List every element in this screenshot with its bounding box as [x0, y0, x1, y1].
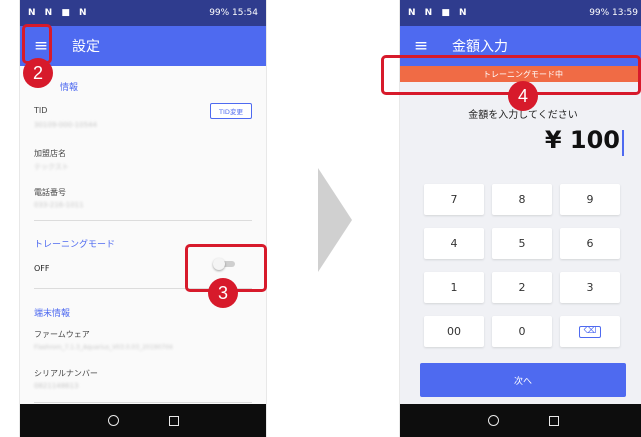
amount-input-area: 金額を入力してください ¥ 100 7 8 9 4 5 6 1 2 3 00 0… [400, 82, 641, 404]
merchant-label: 加盟店名 [34, 149, 66, 158]
home-icon[interactable] [487, 415, 499, 426]
text-cursor [622, 130, 624, 156]
key-00[interactable]: 00 [424, 316, 484, 347]
key-8[interactable]: 8 [492, 184, 552, 215]
recent-apps-icon[interactable] [168, 415, 179, 426]
phone-label: 電話番号 [34, 188, 66, 197]
app-bar: ≡ 設定 [20, 26, 266, 66]
backspace-icon: ⌫ [579, 325, 601, 338]
transition-arrow-icon [318, 168, 352, 272]
merchant-value: テックスト [34, 163, 69, 171]
home-icon[interactable] [107, 415, 119, 426]
key-6[interactable]: 6 [560, 228, 620, 259]
key-7[interactable]: 7 [424, 184, 484, 215]
step-badge-2: 2 [23, 58, 53, 88]
serial-value: 0821148613 [34, 382, 79, 390]
status-icons: N N ■ N [28, 8, 90, 18]
firmware-value: Flashrom_7.1.3_Aquarius_V03.0.03_2019070… [34, 344, 173, 351]
step-badge-4: 4 [508, 81, 538, 111]
tid-value: 30109-000-10544 [34, 121, 97, 129]
divider [34, 220, 252, 221]
navigation-bar [20, 404, 266, 437]
page-title: 設定 [72, 39, 100, 55]
navigation-bar [400, 404, 641, 437]
recent-apps-icon[interactable] [548, 415, 559, 426]
status-icons: N N ■ N [408, 8, 470, 18]
key-2[interactable]: 2 [492, 272, 552, 303]
key-5[interactable]: 5 [492, 228, 552, 259]
serial-label: シリアルナンバー [34, 369, 98, 378]
page-title: 金額入力 [452, 39, 508, 55]
backspace-key[interactable]: ⌫ [560, 316, 620, 347]
status-bar: N N ■ N 99% 13:59 [400, 0, 641, 26]
tid-label: TID [34, 106, 48, 115]
store-info-section-title: 情報 [60, 83, 79, 93]
key-3[interactable]: 3 [560, 272, 620, 303]
amount-display: ¥ 100 [544, 126, 620, 154]
settings-screen: N N ■ N 99% 15:54 ≡ 設定 情報 TID 30109-000-… [20, 0, 266, 437]
phone-value: 033-216-1011 [34, 201, 84, 209]
key-9[interactable]: 9 [560, 184, 620, 215]
key-4[interactable]: 4 [424, 228, 484, 259]
next-button[interactable]: 次へ [420, 363, 626, 397]
status-bar: N N ■ N 99% 15:54 [20, 0, 266, 26]
divider [34, 402, 252, 403]
training-section-title: トレーニングモード [34, 240, 116, 250]
training-state-label: OFF [34, 264, 50, 273]
step-badge-3: 3 [208, 278, 238, 308]
key-0[interactable]: 0 [492, 316, 552, 347]
device-info-section-title: 端末情報 [34, 309, 71, 319]
status-time: 99% 15:54 [209, 8, 258, 18]
key-1[interactable]: 1 [424, 272, 484, 303]
tid-change-button[interactable]: TID変更 [210, 103, 252, 119]
settings-list: 情報 TID 30109-000-10544 TID変更 加盟店名 テックスト … [20, 66, 266, 404]
status-time: 99% 13:59 [589, 8, 638, 18]
firmware-label: ファームウェア [34, 330, 90, 339]
